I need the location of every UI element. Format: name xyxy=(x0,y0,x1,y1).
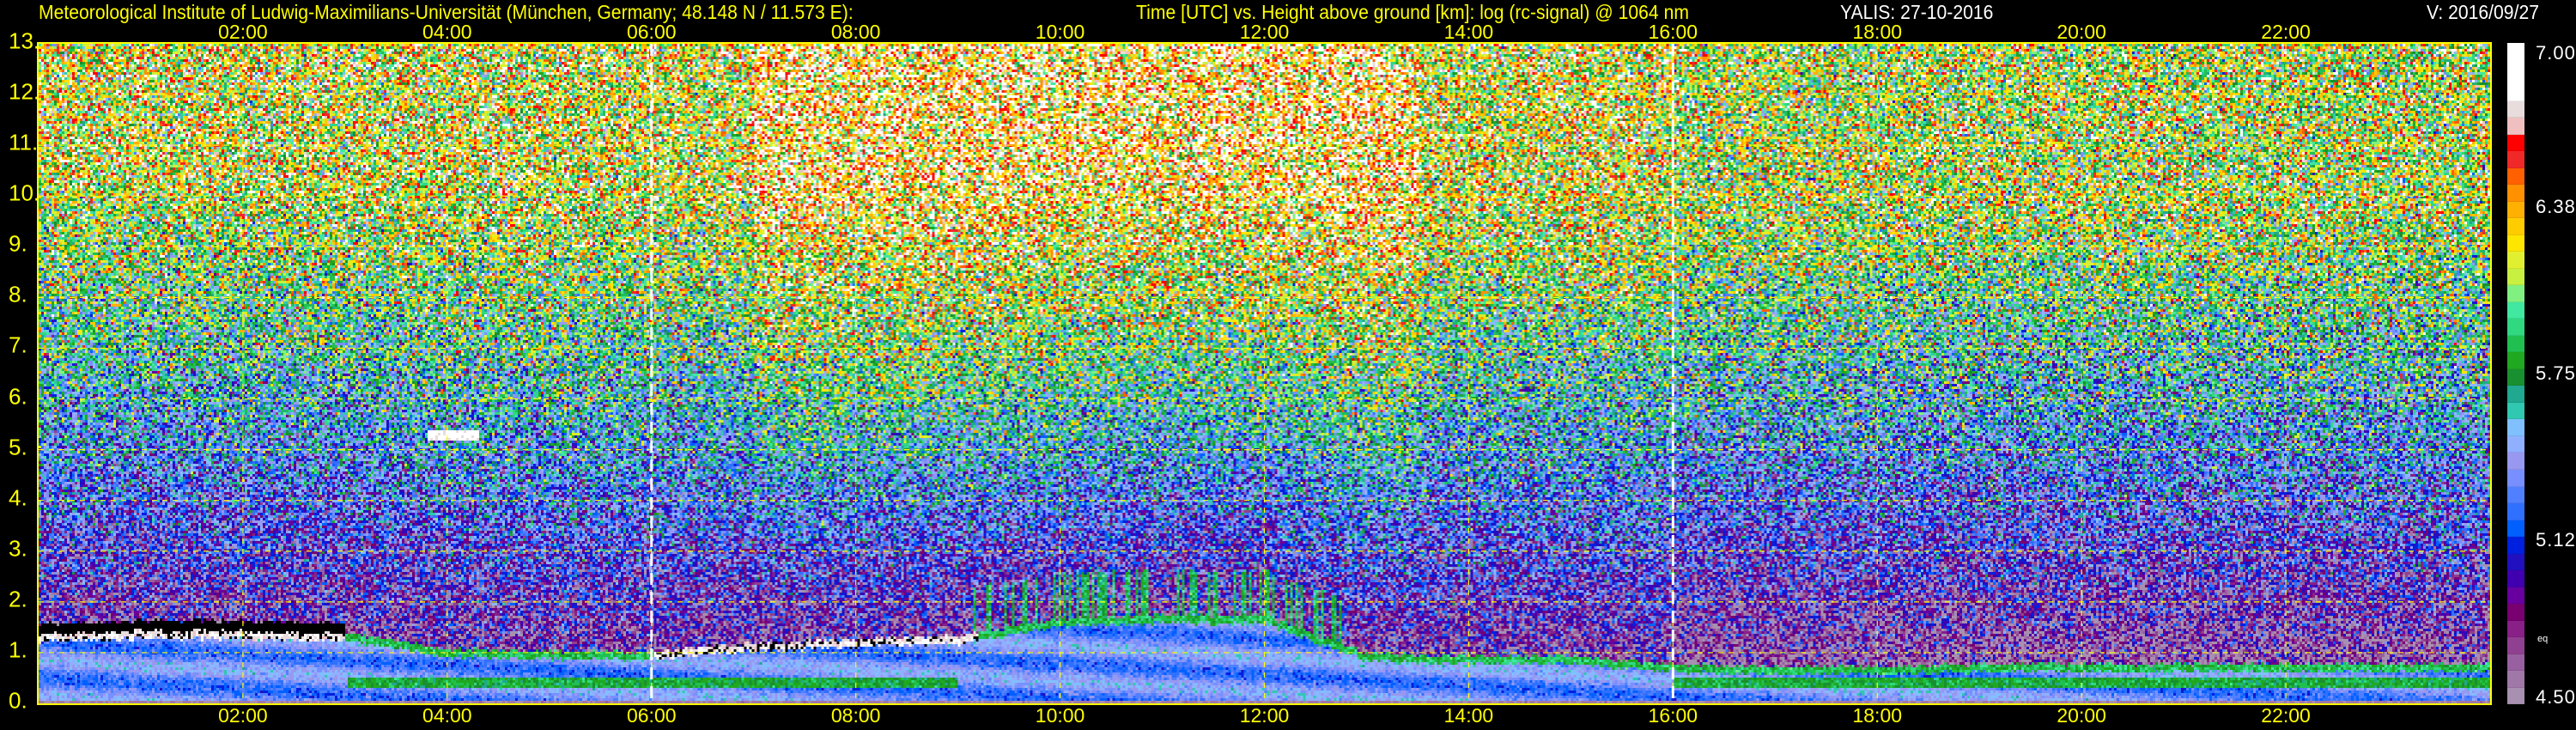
x-tick-label: 02:00 xyxy=(218,704,268,727)
y-tick-label: 4. xyxy=(9,484,27,511)
colorbar-tick-label: 4.50 xyxy=(2536,686,2576,708)
x-tick-label: 10:00 xyxy=(1035,704,1085,727)
colorbar-swatch xyxy=(2507,587,2524,605)
x-tick-label: 18:00 xyxy=(1852,21,1903,43)
colorbar-swatch xyxy=(2507,335,2524,353)
x-tick-label: 18:00 xyxy=(1852,704,1903,727)
colorbar-swatch xyxy=(2507,100,2524,119)
y-tick-label: 7. xyxy=(9,332,27,358)
y-tick-label: 3. xyxy=(9,535,27,562)
colorbar-swatch xyxy=(2507,654,2524,672)
colorbar-swatch xyxy=(2507,570,2524,587)
colorbar-swatch xyxy=(2507,469,2524,487)
colorbar-swatch xyxy=(2507,352,2524,369)
colorbar-swatch xyxy=(2507,185,2524,202)
y-tick-label: 12. xyxy=(9,78,40,105)
colorbar-swatch xyxy=(2507,687,2524,705)
x-tick-label: 16:00 xyxy=(1648,704,1698,727)
x-tick-label: 20:00 xyxy=(2057,21,2106,43)
y-tick-label: 11. xyxy=(9,129,39,155)
x-tick-label: 22:00 xyxy=(2261,21,2311,43)
x-tick-label: 08:00 xyxy=(830,704,881,727)
grid-overlay xyxy=(39,44,2490,703)
x-tick-label: 10:00 xyxy=(1035,21,1085,43)
x-tick-label: 14:00 xyxy=(1443,704,1494,727)
colorbar-tick-label: 5.12 xyxy=(2536,529,2576,551)
colorbar-swatch xyxy=(2507,118,2524,135)
colorbar-swatch xyxy=(2507,285,2524,302)
colorbar-swatch xyxy=(2507,252,2524,269)
colorbar-swatch xyxy=(2507,319,2524,336)
colorbar-swatch xyxy=(2507,486,2524,504)
colorbar-swatch xyxy=(2507,151,2524,168)
colorbar-swatch xyxy=(2507,435,2524,453)
y-tick-label: 8. xyxy=(9,281,27,307)
y-tick-label: 6. xyxy=(9,382,27,409)
x-tick-label: 06:00 xyxy=(626,21,677,43)
colorbar-swatch xyxy=(2507,637,2524,654)
y-tick-label: 10. xyxy=(9,179,40,206)
colorbar-swatch xyxy=(2507,134,2524,152)
x-tick-label: 08:00 xyxy=(830,21,881,43)
x-tick-label: 14:00 xyxy=(1443,21,1494,43)
colorbar-swatch xyxy=(2507,537,2524,554)
y-tick-label: 9. xyxy=(9,230,27,257)
x-tick-label: 04:00 xyxy=(422,21,472,43)
x-tick-label: 16:00 xyxy=(1648,21,1698,43)
x-tick-label: 20:00 xyxy=(2057,704,2106,727)
colorbar-swatch xyxy=(2507,402,2524,420)
colorbar-swatch xyxy=(2507,201,2524,219)
colorbar-swatch xyxy=(2507,43,2524,101)
colorbar-swatch xyxy=(2507,234,2524,252)
y-tick-label: 5. xyxy=(9,434,27,460)
colorbar-tick-label: 5.75 xyxy=(2536,362,2576,384)
y-tick-label: 0. xyxy=(9,687,27,714)
colorbar-swatch xyxy=(2507,386,2524,403)
colorbar-swatch xyxy=(2507,368,2524,386)
colorbar-swatch xyxy=(2507,503,2524,520)
colorbar-swatch xyxy=(2507,218,2524,235)
colorbar-swatch xyxy=(2507,520,2524,538)
x-tick-label: 04:00 xyxy=(422,704,472,727)
y-tick-label: 13. xyxy=(9,27,40,54)
colorbar-swatch xyxy=(2507,620,2524,638)
y-tick-label: 2. xyxy=(9,586,27,612)
version-label: V: 2016/09/27 xyxy=(2427,1,2539,23)
colorbar-swatch xyxy=(2507,167,2524,186)
colorbar-swatch xyxy=(2507,419,2524,436)
y-tick-label: 1. xyxy=(9,636,27,663)
x-tick-label: 06:00 xyxy=(626,704,677,727)
x-tick-label: 12:00 xyxy=(1239,704,1290,727)
colorbar-unit: eq xyxy=(2537,634,2549,644)
x-tick-label: 22:00 xyxy=(2261,704,2311,727)
colorbar-swatch xyxy=(2507,604,2524,621)
x-tick-label: 12:00 xyxy=(1239,21,1290,43)
colorbar-swatch xyxy=(2507,453,2524,470)
colorbar-swatch xyxy=(2507,553,2524,571)
colorbar-tick-label: 6.38 xyxy=(2536,195,2576,217)
colorbar-swatch xyxy=(2507,301,2524,319)
colorbar-tick-label: 7.00 xyxy=(2536,42,2576,64)
colorbar-swatch xyxy=(2507,671,2524,688)
lidar-heatmap xyxy=(37,42,2492,705)
colorbar xyxy=(2507,43,2524,705)
colorbar-swatch xyxy=(2507,268,2524,286)
chart-title: Time [UTC] vs. Height above ground [km]:… xyxy=(1136,1,1689,23)
x-tick-label: 02:00 xyxy=(218,21,268,43)
